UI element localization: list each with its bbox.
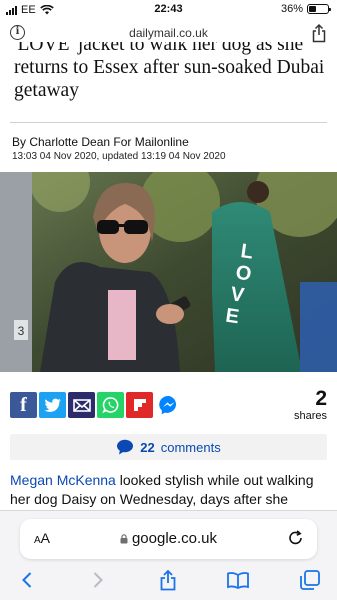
share-count: 2 shares [293,387,327,423]
battery-icon [307,4,331,14]
browser-toolbar [0,567,337,597]
messenger-icon [158,395,176,415]
battery-group: 36% [280,3,331,15]
whatsapp-icon [101,397,118,414]
article-byline: By Charlotte Dean For Mailonline [12,135,189,149]
article-photo[interactable]: 3 L O V E [0,172,337,372]
messenger-share-button[interactable] [155,392,182,418]
facebook-share-button[interactable]: f [10,392,37,418]
comments-count: 22 [140,439,155,455]
address-host-group[interactable]: google.co.uk [20,530,317,547]
back-icon[interactable] [14,567,40,593]
twitter-share-button[interactable] [39,392,66,418]
address-host[interactable]: google.co.uk [132,530,217,547]
photo-illustration: 3 L O V E [0,172,337,372]
address-bar[interactable]: AA google.co.uk [20,519,317,559]
share-icon[interactable] [155,567,181,593]
url-domain[interactable]: dailymail.co.uk [0,26,337,40]
comment-bubble-icon [117,439,134,455]
bookmarks-icon[interactable] [225,567,251,593]
share-count-label: shares [293,410,327,422]
photo-badge-number: 3 [18,324,25,338]
battery-percent: 36% [280,3,303,15]
flipboard-share-button[interactable] [126,392,153,418]
comments-button[interactable]: 22 comments [10,434,327,460]
lock-icon [120,534,128,544]
whatsapp-share-button[interactable] [97,392,124,418]
share-buttons: f [10,392,182,418]
tabs-icon[interactable] [297,567,323,593]
status-bar: EE 22:43 36% [0,0,337,20]
forward-icon[interactable] [85,567,111,593]
article-dateline: 13:03 04 Nov 2020, updated 13:19 04 Nov … [12,151,226,162]
article-headline: 'LOVE' jacket to walk her dog as she ret… [14,42,325,101]
share-count-number: 2 [315,387,327,410]
browser-bottom-bar: AA google.co.uk [0,510,337,600]
reload-icon[interactable] [287,529,305,547]
headline-container: 'LOVE' jacket to walk her dog as she ret… [0,42,337,118]
person-link[interactable]: Megan McKenna [10,472,116,488]
email-share-button[interactable] [68,392,95,418]
share-icon[interactable] [311,23,327,43]
article-body: Megan McKenna looked stylish while out w… [0,466,337,516]
divider [10,122,327,123]
twitter-icon [43,398,61,412]
facebook-icon: f [20,393,27,416]
flipboard-icon [133,399,146,411]
comments-label: comments [160,439,221,455]
mail-icon [72,398,91,412]
